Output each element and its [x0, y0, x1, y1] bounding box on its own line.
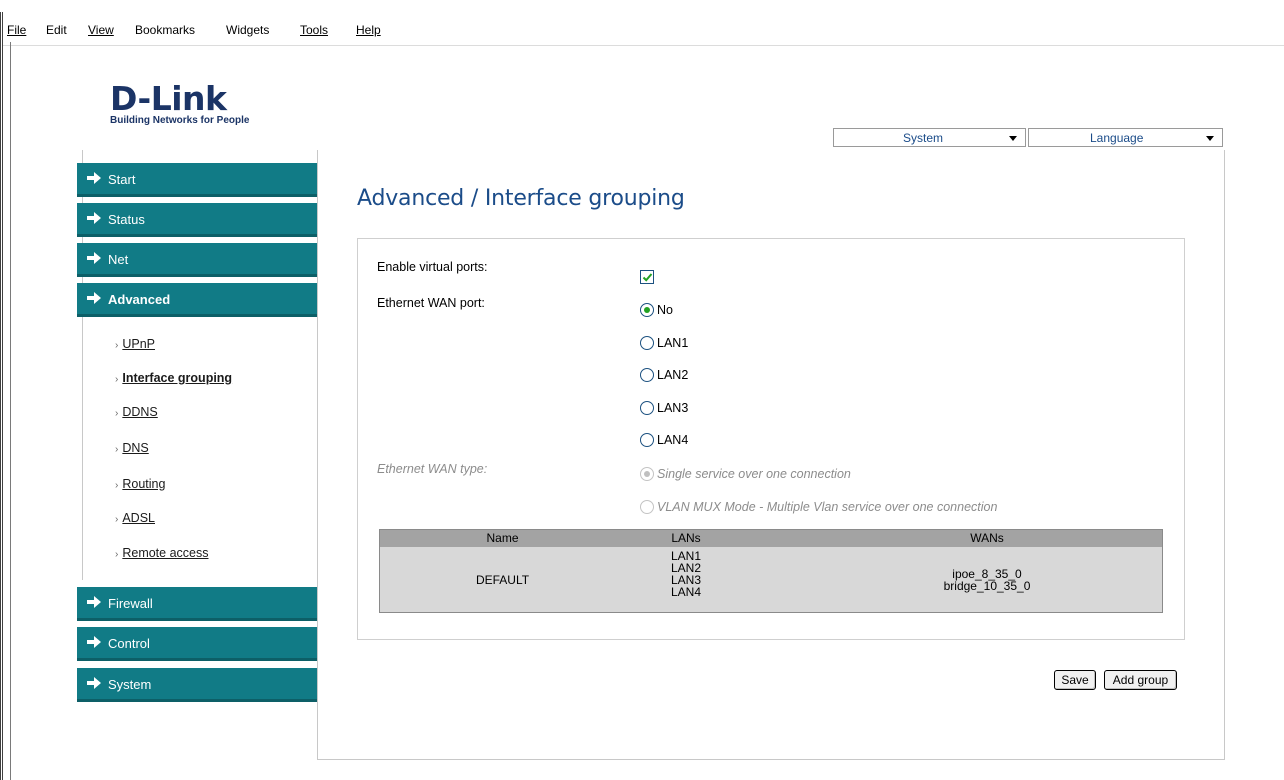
radio-button	[640, 467, 654, 481]
nav-start[interactable]: Start	[77, 163, 317, 197]
ethernet-wan-type-label: Ethernet WAN type:	[377, 462, 488, 476]
arrow-right-icon	[87, 212, 101, 224]
window-top-strip	[0, 0, 1284, 17]
column-header-wans: WANs	[970, 531, 1004, 545]
menu-view[interactable]: View	[88, 23, 114, 37]
menu-help[interactable]: Help	[356, 23, 381, 37]
dlink-logo: D-Link Building Networks for People	[110, 82, 280, 126]
nav-net[interactable]: Net	[77, 243, 317, 277]
group-wan-cell: bridge_10_35_0	[943, 579, 1031, 593]
subnav-remote-access[interactable]: › Remote access	[115, 546, 209, 560]
save-button[interactable]: Save	[1054, 670, 1096, 690]
nav-control-label: Control	[108, 636, 150, 651]
nav-control[interactable]: Control	[77, 627, 317, 661]
window-left-frame	[0, 12, 3, 780]
subnav-routing[interactable]: › Routing	[115, 477, 165, 491]
radio-button	[640, 303, 654, 317]
chevron-down-icon	[1009, 136, 1017, 141]
window-controls	[1194, 6, 1284, 17]
nav-firewall-label: Firewall	[108, 596, 153, 611]
language-dropdown[interactable]: Language	[1028, 128, 1223, 147]
nav-advanced-label: Advanced	[108, 292, 171, 307]
system-dropdown[interactable]: System	[833, 128, 1026, 147]
radio-button	[640, 368, 654, 382]
arrow-right-icon	[87, 292, 101, 304]
chevron-down-icon	[1206, 136, 1214, 141]
menu-tools[interactable]: Tools	[300, 23, 328, 37]
enable-virtual-ports-checkbox[interactable]	[640, 270, 654, 284]
nav-status-label: Status	[108, 212, 145, 227]
radio-button	[640, 500, 654, 514]
menu-file[interactable]: File	[7, 23, 26, 37]
column-header-name: Name	[486, 531, 519, 545]
arrow-right-icon	[87, 636, 101, 648]
language-dropdown-value: Language	[1090, 131, 1144, 145]
enable-virtual-ports-label: Enable virtual ports:	[377, 260, 488, 274]
ethernet-wan-port-label: Ethernet WAN port:	[377, 296, 485, 310]
logo-tagline: Building Networks for People	[110, 115, 250, 126]
logo-brand: D-Link	[110, 79, 227, 118]
nav-advanced[interactable]: Advanced	[77, 283, 317, 317]
add-group-button[interactable]: Add group	[1104, 670, 1177, 690]
menu-edit[interactable]: Edit	[46, 23, 67, 37]
nav-system-label: System	[108, 677, 152, 692]
nav-start-label: Start	[108, 172, 136, 187]
arrow-right-icon	[87, 172, 101, 184]
arrow-right-icon	[87, 677, 101, 689]
checkmark-icon	[642, 273, 653, 282]
group-lan-cell: LAN4	[670, 585, 702, 599]
subnav-adsl[interactable]: › ADSL	[115, 511, 155, 525]
subnav-interface-grouping[interactable]: › Interface grouping	[115, 371, 232, 385]
nav-firewall[interactable]: Firewall	[77, 587, 317, 621]
nav-system[interactable]: System	[77, 668, 317, 702]
nav-status[interactable]: Status	[77, 203, 317, 237]
arrow-right-icon	[87, 252, 101, 264]
menu-bookmarks[interactable]: Bookmarks	[135, 23, 195, 37]
menu-bar: File Edit View Bookmarks Widgets Tools H…	[3, 14, 1284, 46]
table-header: Name LANs WANs	[380, 530, 1162, 547]
nav-net-label: Net	[108, 252, 129, 267]
radio-button	[640, 401, 654, 415]
radio-button	[640, 336, 654, 350]
subnav-dns[interactable]: › DNS	[115, 441, 149, 455]
column-header-lans: LANs	[671, 531, 701, 545]
radio-button	[640, 433, 654, 447]
arrow-right-icon	[87, 596, 101, 608]
page-left-border	[10, 42, 11, 780]
page-title: Advanced / Interface grouping	[357, 186, 685, 211]
group-name-cell: DEFAULT	[475, 573, 530, 587]
subnav-ddns[interactable]: › DDNS	[115, 405, 158, 419]
menu-widgets[interactable]: Widgets	[226, 23, 269, 37]
groups-table: Name LANs WANs DEFAULT LAN1 LAN2 LAN3 LA…	[379, 529, 1163, 613]
subnav-upnp[interactable]: › UPnP	[115, 337, 155, 351]
system-dropdown-value: System	[903, 131, 944, 145]
